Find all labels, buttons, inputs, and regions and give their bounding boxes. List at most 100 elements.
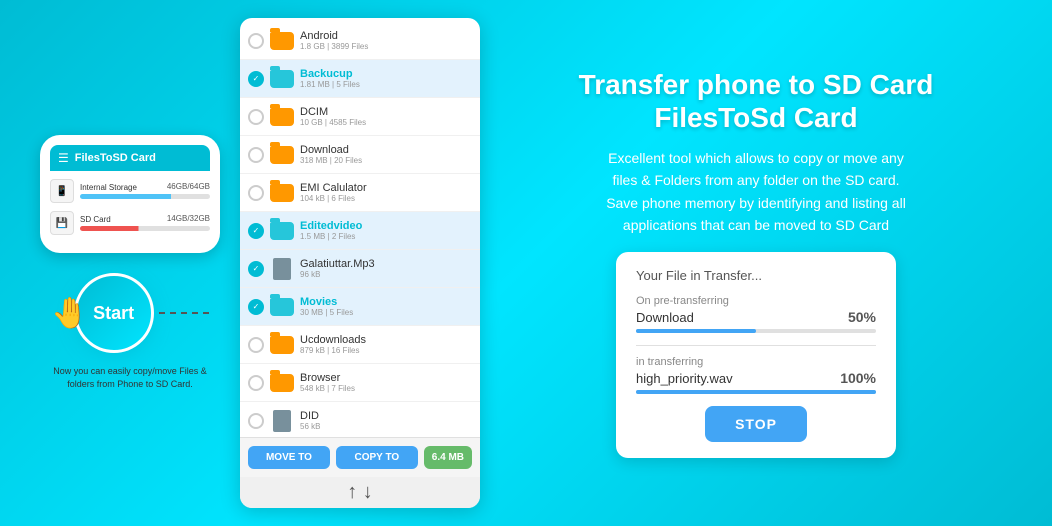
menu-icon: ☰ [58, 151, 69, 165]
sd-card-bar [80, 226, 210, 231]
in-transfer-filename: high_priority.wav [636, 371, 733, 386]
sd-card-icon: 💾 [50, 211, 74, 235]
file-name: Browser [300, 372, 472, 384]
pre-transfer-file-row: Download 50% [636, 309, 876, 325]
bottom-actions: MOVE TO COPY TO 6.4 MB [240, 437, 480, 477]
list-item[interactable]: Download318 MB | 20 Files [240, 136, 480, 174]
file-name: Backucup [300, 68, 472, 80]
file-meta: 1.5 MB | 2 Files [300, 232, 472, 241]
file-details: Movies30 MB | 5 Files [300, 296, 472, 317]
file-type-icon [270, 373, 294, 393]
internal-storage-icon: 📱 [50, 179, 74, 203]
pre-transfer-progress-fill [636, 329, 756, 333]
right-section: Transfer phone to SD Card FilesToSd Card… [480, 58, 1032, 469]
file-type-icon [270, 411, 294, 431]
title-line1: Transfer phone to SD Card [579, 68, 934, 102]
copy-to-button[interactable]: COPY TO [336, 446, 418, 469]
move-to-button[interactable]: MOVE TO [248, 446, 330, 469]
transfer-card: Your File in Transfer... On pre-transfer… [616, 252, 896, 458]
file-checkbox[interactable] [248, 109, 264, 125]
stop-button[interactable]: STOP [705, 406, 807, 442]
file-meta: 548 kB | 7 Files [300, 384, 472, 393]
pre-transfer-label: On pre-transferring [636, 295, 876, 307]
sd-card-item: 💾 SD Card 14GB/32GB [50, 211, 210, 235]
file-checkbox[interactable] [248, 33, 264, 49]
file-checkbox[interactable] [248, 185, 264, 201]
file-type-icon [270, 145, 294, 165]
file-details: DID56 kB [300, 410, 472, 431]
file-checkbox[interactable] [248, 147, 264, 163]
file-checkbox[interactable] [248, 261, 264, 277]
file-type-icon [270, 69, 294, 89]
file-meta: 30 MB | 5 Files [300, 308, 472, 317]
in-transfer-row: in transferring high_priority.wav 100% [636, 356, 876, 394]
phone-app-title: FilesToSD Card [75, 152, 156, 164]
in-transfer-percent: 100% [840, 370, 876, 386]
internal-storage-size: 46GB/64GB [167, 182, 210, 191]
file-details: EMI Calulator104 kB | 6 Files [300, 182, 472, 203]
file-type-icon [270, 335, 294, 355]
file-name: DID [300, 410, 472, 422]
list-item[interactable]: Backucup1.81 MB | 5 Files [240, 60, 480, 98]
scroll-arrows: ↑ ↓ [240, 477, 480, 508]
left-section: ☰ FilesToSD Card 📱 Internal Storage 46GB… [20, 135, 240, 390]
file-name: Ucdownloads [300, 334, 472, 346]
file-meta: 1.8 GB | 3899 Files [300, 42, 472, 51]
phone-mockup: ☰ FilesToSD Card 📱 Internal Storage 46GB… [40, 135, 220, 253]
file-details: Backucup1.81 MB | 5 Files [300, 68, 472, 89]
internal-storage-info: Internal Storage 46GB/64GB [80, 183, 210, 199]
app-description: Excellent tool which allows to copy or m… [596, 147, 916, 237]
file-type-icon [270, 259, 294, 279]
pre-transfer-percent: 50% [848, 309, 876, 325]
internal-storage-bar [80, 194, 210, 199]
file-type-icon [270, 107, 294, 127]
in-transfer-progress-fill [636, 390, 876, 394]
list-item[interactable]: Movies30 MB | 5 Files [240, 288, 480, 326]
file-name: EMI Calulator [300, 182, 472, 194]
file-checkbox[interactable] [248, 223, 264, 239]
file-checkbox[interactable] [248, 375, 264, 391]
pre-transfer-progress-container [636, 329, 876, 333]
size-badge: 6.4 MB [424, 446, 472, 469]
transfer-card-title: Your File in Transfer... [636, 268, 876, 283]
list-item[interactable]: Browser548 kB | 7 Files [240, 364, 480, 402]
file-type-icon [270, 31, 294, 51]
file-checkbox[interactable] [248, 299, 264, 315]
file-meta: 318 MB | 20 Files [300, 156, 472, 165]
file-meta: 104 kB | 6 Files [300, 194, 472, 203]
start-button-container: 🤚 Start [51, 263, 208, 353]
in-transfer-progress-container [636, 390, 876, 394]
file-details: Editedvideo1.5 MB | 2 Files [300, 220, 472, 241]
file-name: DCIM [300, 106, 472, 118]
file-name: Download [300, 144, 472, 156]
list-item[interactable]: DCIM10 GB | 4585 Files [240, 98, 480, 136]
list-item[interactable]: Editedvideo1.5 MB | 2 Files [240, 212, 480, 250]
list-item[interactable]: DID56 kB [240, 402, 480, 437]
file-name: Movies [300, 296, 472, 308]
file-details: Download318 MB | 20 Files [300, 144, 472, 165]
in-transfer-label: in transferring [636, 356, 876, 368]
list-item[interactable]: Ucdownloads879 kB | 16 Files [240, 326, 480, 364]
phone-header: ☰ FilesToSD Card [50, 145, 210, 171]
bottom-description: Now you can easily copy/move Files & fol… [40, 365, 220, 390]
file-details: Browser548 kB | 7 Files [300, 372, 472, 393]
file-details: DCIM10 GB | 4585 Files [300, 106, 472, 127]
list-item[interactable]: Android1.8 GB | 3899 Files [240, 22, 480, 60]
file-details: Galatiuttar.Mp396 kB [300, 258, 472, 279]
file-details: Android1.8 GB | 3899 Files [300, 30, 472, 51]
pre-transfer-row: On pre-transferring Download 50% [636, 295, 876, 333]
file-name: Editedvideo [300, 220, 472, 232]
file-checkbox[interactable] [248, 413, 264, 429]
file-checkbox[interactable] [248, 71, 264, 87]
file-type-icon [270, 221, 294, 241]
file-meta: 879 kB | 16 Files [300, 346, 472, 355]
file-details: Ucdownloads879 kB | 16 Files [300, 334, 472, 355]
file-name: Android [300, 30, 472, 42]
sd-card-info: SD Card 14GB/32GB [80, 215, 210, 231]
file-meta: 96 kB [300, 270, 472, 279]
list-item[interactable]: Galatiuttar.Mp396 kB [240, 250, 480, 288]
in-transfer-file-row: high_priority.wav 100% [636, 370, 876, 386]
list-item[interactable]: EMI Calulator104 kB | 6 Files [240, 174, 480, 212]
file-checkbox[interactable] [248, 337, 264, 353]
title-line2: FilesToSd Card [579, 101, 934, 135]
